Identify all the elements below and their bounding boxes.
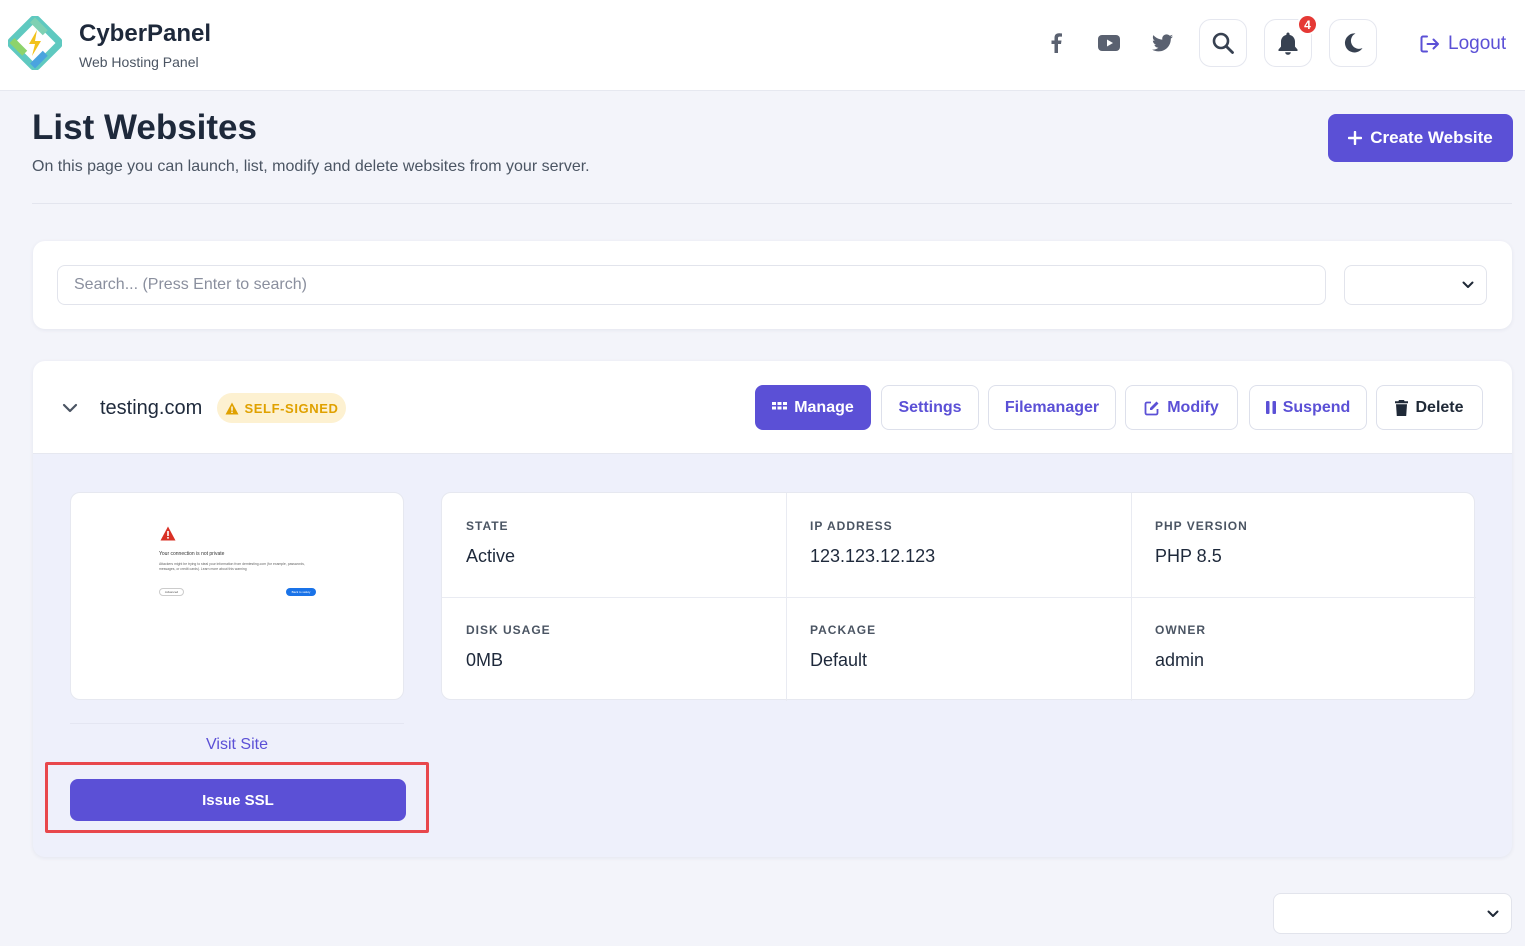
website-domain[interactable]: testing.com — [100, 397, 202, 420]
website-details-grid: STATE Active IP ADDRESS 123.123.12.123 P… — [441, 492, 1476, 701]
website-card: testing.com SELF-SIGNED Manage Settings … — [33, 361, 1512, 857]
php-value: PHP 8.5 — [1155, 546, 1222, 566]
app-name: CyberPanel — [79, 20, 212, 47]
search-card — [33, 241, 1512, 329]
facebook-icon[interactable] — [1043, 30, 1069, 56]
bell-icon — [1278, 32, 1298, 55]
header-divider — [32, 203, 1512, 204]
edit-icon — [1144, 401, 1159, 415]
disk-label: DISK USAGE — [466, 623, 551, 637]
moon-icon — [1344, 33, 1363, 53]
preview-warning-icon — [160, 526, 176, 541]
filemanager-label: Filemanager — [1004, 398, 1100, 416]
ip-value: 123.123.12.123 — [810, 546, 936, 566]
site-preview-thumbnail[interactable]: Your connection is not private Attackers… — [70, 492, 404, 700]
collapse-chevron-icon[interactable] — [61, 399, 79, 417]
disk-cell: DISK USAGE 0MB — [442, 597, 786, 701]
chevron-down-icon — [1487, 910, 1499, 917]
ip-label: IP ADDRESS — [810, 519, 893, 533]
notification-count-badge: 4 — [1297, 14, 1318, 35]
settings-button[interactable]: Settings — [881, 385, 979, 430]
website-card-header: testing.com SELF-SIGNED Manage Settings … — [33, 361, 1512, 454]
delete-button[interactable]: Delete — [1376, 385, 1483, 430]
disk-value: 0MB — [466, 650, 504, 670]
preview-heading: Your connection is not private — [159, 551, 225, 557]
twitter-icon[interactable] — [1149, 30, 1175, 56]
php-cell: PHP VERSION PHP 8.5 — [1131, 493, 1475, 597]
ssl-status-badge: SELF-SIGNED — [217, 393, 346, 423]
logout-label: Logout — [1448, 33, 1507, 54]
modify-label: Modify — [1167, 398, 1219, 416]
suspend-label: Suspend — [1282, 398, 1351, 416]
chevron-down-icon — [1462, 281, 1474, 288]
issue-ssl-highlight: Issue SSL — [45, 762, 429, 833]
state-cell: STATE Active — [442, 493, 786, 597]
owner-cell: OWNER admin — [1131, 597, 1475, 701]
top-bar: CyberPanel Web Hosting Panel 4 Logout — [0, 0, 1525, 91]
youtube-icon[interactable] — [1096, 30, 1122, 56]
page-size-select[interactable] — [1273, 893, 1512, 934]
app-subtitle: Web Hosting Panel — [79, 54, 199, 70]
cyberpanel-logo[interactable] — [8, 16, 62, 70]
search-input[interactable] — [57, 265, 1326, 305]
visit-site-link[interactable]: Visit Site — [70, 723, 404, 765]
state-value: Active — [466, 546, 516, 566]
create-website-button[interactable]: Create Website — [1328, 114, 1513, 162]
preview-body: Attackers might be trying to steal your … — [159, 562, 305, 571]
preview-back-button: Back to safety — [286, 588, 316, 596]
plus-icon — [1348, 131, 1363, 145]
filemanager-button[interactable]: Filemanager — [988, 385, 1116, 430]
owner-value: admin — [1155, 650, 1205, 670]
ip-cell: IP ADDRESS 123.123.12.123 — [786, 493, 1130, 597]
package-cell: PACKAGE Default — [786, 597, 1130, 701]
preview-advanced-button: Advanced — [159, 588, 184, 596]
issue-ssl-button[interactable]: Issue SSL — [70, 779, 406, 821]
ssl-status-label: SELF-SIGNED — [244, 400, 339, 416]
logout-link[interactable]: Logout — [1420, 30, 1506, 58]
settings-label: Settings — [898, 398, 962, 416]
search-button[interactable] — [1199, 19, 1247, 67]
create-website-label: Create Website — [1370, 128, 1493, 147]
logout-icon — [1420, 35, 1439, 53]
filter-select[interactable] — [1344, 265, 1487, 305]
owner-label: OWNER — [1155, 623, 1206, 637]
php-label: PHP VERSION — [1155, 519, 1248, 533]
package-value: Default — [810, 650, 868, 670]
warning-icon — [225, 402, 238, 414]
grid-icon — [772, 402, 788, 410]
trash-icon — [1395, 399, 1409, 416]
dark-mode-toggle[interactable] — [1329, 19, 1377, 67]
package-label: PACKAGE — [810, 623, 877, 637]
delete-label: Delete — [1415, 398, 1464, 416]
pause-icon — [1265, 401, 1276, 414]
manage-button[interactable]: Manage — [755, 385, 871, 430]
modify-button[interactable]: Modify — [1125, 385, 1238, 430]
suspend-button[interactable]: Suspend — [1249, 385, 1367, 430]
state-label: STATE — [466, 519, 509, 533]
page-description: On this page you can launch, list, modif… — [32, 158, 590, 175]
search-icon — [1212, 32, 1234, 54]
manage-label: Manage — [794, 398, 854, 416]
page-title: List Websites — [32, 108, 257, 147]
